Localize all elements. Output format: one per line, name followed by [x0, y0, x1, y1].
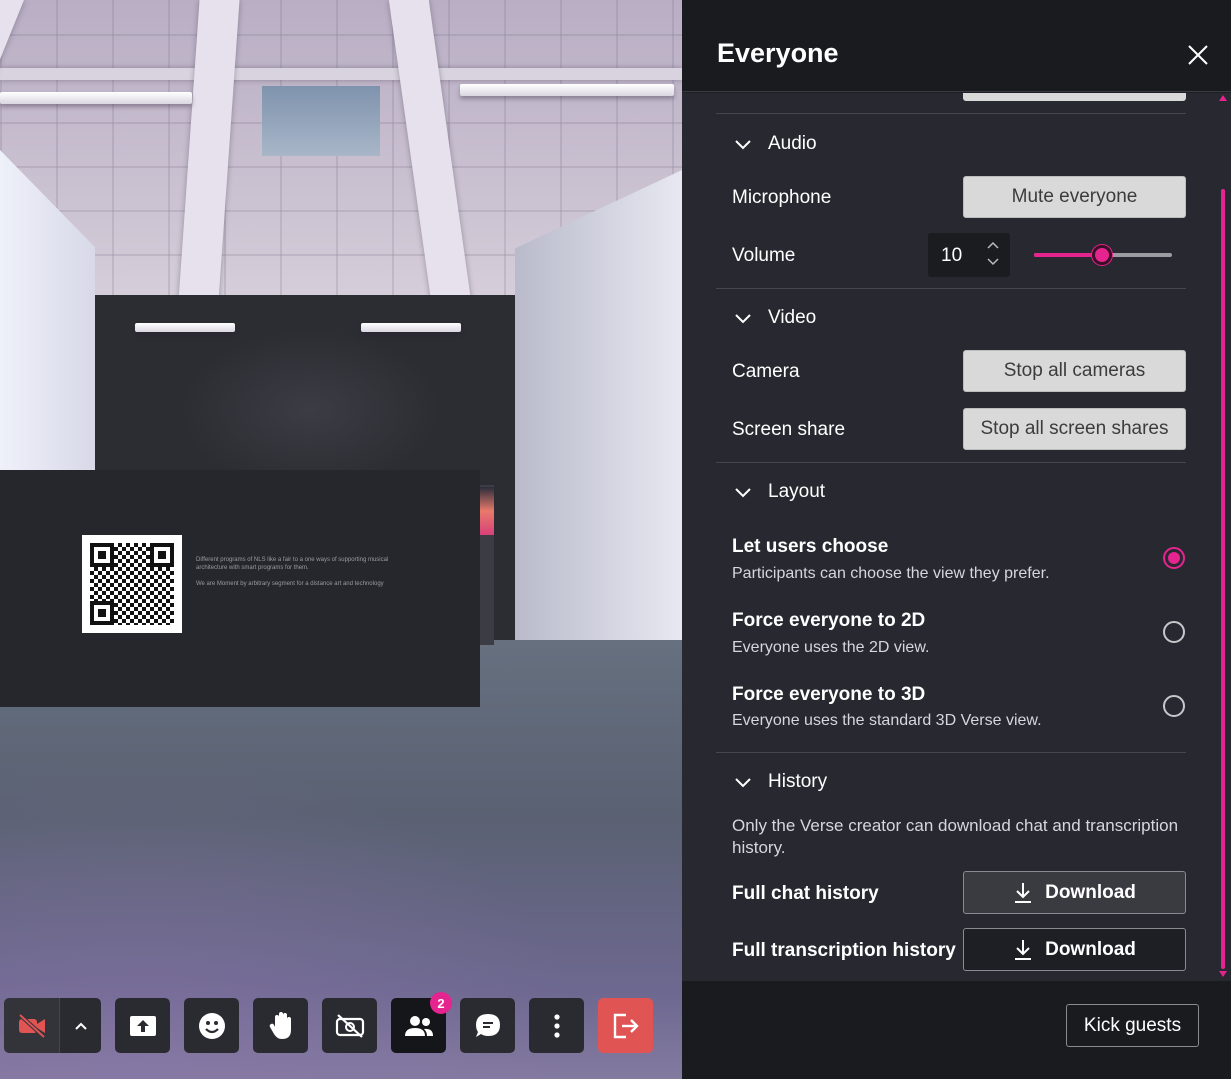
everyone-panel: Everyone Audio Microphone Mute everyone …: [682, 0, 1231, 1079]
ceiling-lamp: [135, 323, 235, 332]
volume-stepper[interactable]: 10: [928, 233, 1010, 277]
close-icon: [1188, 45, 1208, 65]
radio-force-2d[interactable]: [1163, 621, 1185, 643]
layout-option-title: Let users choose: [732, 536, 889, 557]
qr-finder: [150, 543, 174, 567]
layout-option-description: Everyone uses the standard 3D Verse view…: [732, 712, 1042, 729]
ceiling-lamp: [361, 323, 461, 332]
download-transcription-button[interactable]: Download: [963, 928, 1186, 971]
participant-count-badge: 2: [430, 992, 452, 1014]
more-vertical-icon: [553, 1013, 560, 1038]
download-icon: [1015, 882, 1032, 903]
participants-button[interactable]: 2: [391, 992, 452, 1053]
camera-options-button[interactable]: [59, 998, 101, 1053]
radio-let-users-choose[interactable]: [1163, 547, 1185, 569]
partition-screen: [480, 487, 494, 535]
panel-scroll-area[interactable]: Audio Microphone Mute everyone Volume 10…: [682, 93, 1231, 981]
poster-text: Different programs of NLS like a fair to…: [196, 556, 396, 588]
video-section-toggle[interactable]: Video: [732, 307, 816, 329]
scroll-thumb[interactable]: [1221, 189, 1225, 969]
people-icon: [404, 1015, 433, 1036]
layout-section-toggle[interactable]: Layout: [732, 481, 825, 503]
history-section-toggle[interactable]: History: [732, 771, 827, 793]
hand-icon: [269, 1011, 291, 1039]
chevron-down-icon: [735, 488, 751, 498]
poster-paragraph: We are Moment by arbitrary segment for a…: [196, 581, 384, 587]
microphone-label: Microphone: [732, 187, 832, 208]
audio-section-toggle[interactable]: Audio: [732, 133, 817, 155]
video-off-icon: [18, 1013, 45, 1038]
layout-option-description: Everyone uses the 2D view.: [732, 639, 930, 656]
meeting-toolbar: 2: [4, 992, 653, 1053]
kick-guests-button[interactable]: Kick guests: [1066, 1004, 1199, 1047]
partition-wall: [0, 470, 480, 707]
layout-option-title: Force everyone to 3D: [732, 684, 926, 705]
more-options-button[interactable]: [529, 998, 584, 1053]
section-divider: [716, 462, 1186, 463]
chevron-up-icon: [74, 1022, 87, 1030]
wall-glow: [180, 330, 440, 490]
full-transcription-history-label: Full transcription history: [732, 940, 956, 961]
camera-label: Camera: [732, 361, 800, 382]
full-chat-history-label: Full chat history: [732, 883, 879, 904]
mute-everyone-button[interactable]: Mute everyone: [963, 176, 1186, 218]
ceiling-lamp: [0, 92, 192, 104]
download-icon: [1015, 939, 1032, 960]
stepper-down-icon[interactable]: [986, 257, 1000, 267]
download-label: Download: [1045, 938, 1136, 960]
section-divider: [716, 113, 1186, 114]
chevron-down-icon: [735, 778, 751, 788]
screen-share-label: Screen share: [732, 419, 846, 440]
ceiling-beam: [0, 68, 682, 80]
slider-thumb[interactable]: [1092, 245, 1112, 265]
chat-button[interactable]: [460, 998, 515, 1053]
volume-label: Volume: [732, 245, 796, 266]
video-heading: Video: [768, 307, 817, 328]
qr-code[interactable]: [82, 535, 182, 633]
stepper-up-icon[interactable]: [986, 240, 1000, 250]
raise-hand-button[interactable]: [253, 998, 308, 1053]
chevron-down-icon: [735, 140, 751, 150]
download-label: Download: [1045, 881, 1136, 903]
skylight: [262, 86, 380, 156]
close-button[interactable]: [1182, 40, 1212, 70]
leave-icon: [613, 1013, 639, 1038]
radio-force-3d[interactable]: [1163, 695, 1185, 717]
section-divider: [716, 752, 1186, 753]
smile-icon: [198, 1012, 225, 1039]
history-heading: History: [768, 771, 828, 792]
section-divider: [716, 288, 1186, 289]
audio-heading: Audio: [768, 133, 817, 154]
download-chat-button[interactable]: Download: [963, 871, 1186, 914]
camera-toggle-button[interactable]: [4, 998, 59, 1053]
volume-slider[interactable]: [1034, 243, 1174, 267]
hide-video-button[interactable]: [322, 998, 377, 1053]
layout-heading: Layout: [768, 481, 826, 502]
camera-off-icon: [335, 1013, 364, 1038]
qr-finder: [90, 543, 114, 567]
share-screen-button[interactable]: [115, 998, 170, 1053]
ceiling-lamp: [460, 84, 674, 96]
panel-footer: Kick guests: [682, 981, 1231, 1079]
meeting-3d-view[interactable]: Different programs of NLS like a fair to…: [0, 0, 682, 1079]
scroll-down-arrow[interactable]: [1219, 971, 1227, 977]
poster-paragraph: Different programs of NLS like a fair to…: [196, 557, 389, 571]
history-note: Only the Verse creator can download chat…: [732, 816, 1179, 857]
leave-button[interactable]: [598, 998, 653, 1053]
clipped-button[interactable]: [963, 93, 1186, 101]
panel-header: Everyone: [682, 0, 1231, 92]
stop-all-screen-shares-button[interactable]: Stop all screen shares: [963, 408, 1186, 450]
reactions-button[interactable]: [184, 998, 239, 1053]
share-up-icon: [129, 1015, 156, 1036]
layout-option-title: Force everyone to 2D: [732, 610, 926, 631]
chevron-down-icon: [735, 314, 751, 324]
panel-scrollbar[interactable]: [1219, 93, 1227, 981]
panel-title: Everyone: [717, 38, 839, 68]
chat-icon: [475, 1013, 500, 1037]
qr-finder: [90, 601, 114, 625]
scroll-up-arrow[interactable]: [1219, 95, 1227, 101]
stop-all-cameras-button[interactable]: Stop all cameras: [963, 350, 1186, 392]
layout-option-description: Participants can choose the view they pr…: [732, 565, 1050, 582]
volume-value: 10: [941, 245, 963, 266]
